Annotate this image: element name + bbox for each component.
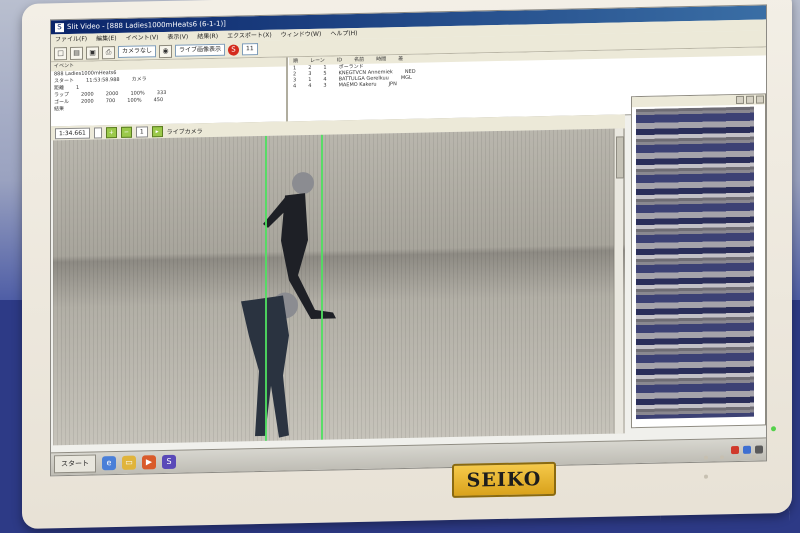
time-field[interactable]: 1:34.661 — [55, 127, 90, 139]
counter-field[interactable]: 11 — [242, 43, 258, 56]
close-icon[interactable] — [756, 95, 764, 104]
cell-rank: 4 — [293, 83, 297, 90]
finish-line-right — [321, 134, 323, 440]
menu-view[interactable]: 表示(V) — [167, 32, 188, 43]
print-icon[interactable]: ⎙ — [102, 45, 115, 59]
zoom-in-icon[interactable]: + — [105, 126, 117, 138]
minimize-icon[interactable] — [736, 95, 744, 105]
skater-figures — [241, 172, 336, 438]
strip-video-view[interactable] — [636, 106, 754, 420]
menu-file[interactable]: ファイル(F) — [55, 34, 87, 46]
mode-label: ライブカメラ — [166, 127, 203, 136]
monitor: S Slit Video - [888 Ladies1000mHeats6 (6… — [22, 0, 792, 530]
camera-select[interactable]: カメラなし — [118, 45, 157, 58]
video-scrollbar[interactable] — [614, 128, 624, 434]
folder-icon[interactable]: ▭ — [122, 455, 136, 470]
menu-edit[interactable]: 編集(E) — [96, 33, 116, 44]
page-field[interactable]: 1 — [135, 125, 148, 138]
save-icon[interactable]: ▣ — [86, 45, 99, 60]
strip-header — [632, 94, 765, 108]
ie-icon[interactable]: e — [102, 456, 116, 471]
menu-results[interactable]: 結果(R) — [197, 31, 218, 42]
menu-event[interactable]: イベント(V) — [126, 32, 159, 44]
cell-id: 3 — [323, 82, 327, 89]
cell-name: MAEMO Kakeru — [338, 81, 377, 89]
app-icon: S — [55, 22, 64, 32]
bezel-button[interactable] — [704, 474, 708, 479]
col-rank[interactable]: 順 — [293, 57, 298, 65]
camera-label: カメラ — [131, 76, 147, 83]
stop-button[interactable]: S — [228, 43, 240, 56]
menu-help[interactable]: ヘルプ(H) — [330, 28, 357, 40]
result-label: 結果 — [54, 106, 65, 113]
finish-line-left — [265, 135, 267, 441]
power-led — [771, 426, 776, 432]
cell-diff: JPN — [388, 81, 397, 88]
cell-diff: MGL — [400, 74, 412, 82]
cell-lane: 4 — [308, 82, 312, 90]
zoom-field[interactable] — [93, 126, 102, 138]
menu-export[interactable]: エクスポート(X) — [227, 30, 272, 42]
new-icon[interactable]: □ — [54, 46, 67, 60]
menu-window[interactable]: ウィンドウ(W) — [281, 29, 322, 41]
bezel-buttons — [704, 443, 774, 479]
col-diff[interactable]: 差 — [398, 55, 403, 63]
mode-select[interactable]: ライブ画像表示 — [175, 43, 226, 57]
start-button[interactable]: スタート — [54, 454, 96, 474]
goal-value-a: 2000 — [81, 98, 94, 105]
slit-video-app-icon[interactable]: S — [162, 454, 176, 470]
col-name[interactable]: 名前 — [354, 56, 364, 64]
play-icon[interactable]: ▸ — [151, 125, 163, 137]
start-time: 11:53:58.988 — [86, 76, 120, 84]
event-panel: イベント 888 Ladies1000mHeats6 スタート 11:53:58… — [51, 57, 288, 127]
side-strip-panel — [631, 93, 766, 429]
media-icon[interactable]: ▶ — [142, 455, 156, 470]
col-time[interactable]: 時間 — [376, 55, 386, 63]
zoom-out-icon[interactable]: − — [120, 126, 132, 138]
open-icon[interactable]: ▤ — [70, 46, 83, 60]
maximize-icon[interactable] — [746, 95, 754, 104]
goal-value-c: 100% — [127, 97, 142, 104]
brand-logo: SEIKO — [452, 461, 556, 498]
screen: S Slit Video - [888 Ladies1000mHeats6 (6… — [50, 4, 767, 477]
slit-video-view[interactable] — [53, 128, 625, 446]
skater-lower — [241, 292, 298, 438]
scrollbar-thumb[interactable] — [616, 136, 624, 179]
distance-value: 1 — [76, 84, 80, 91]
camera-icon[interactable]: ◉ — [159, 44, 173, 58]
goal-value-d: 450 — [153, 97, 164, 104]
goal-value-b: 700 — [105, 98, 116, 105]
col-id[interactable]: ID — [337, 56, 342, 64]
